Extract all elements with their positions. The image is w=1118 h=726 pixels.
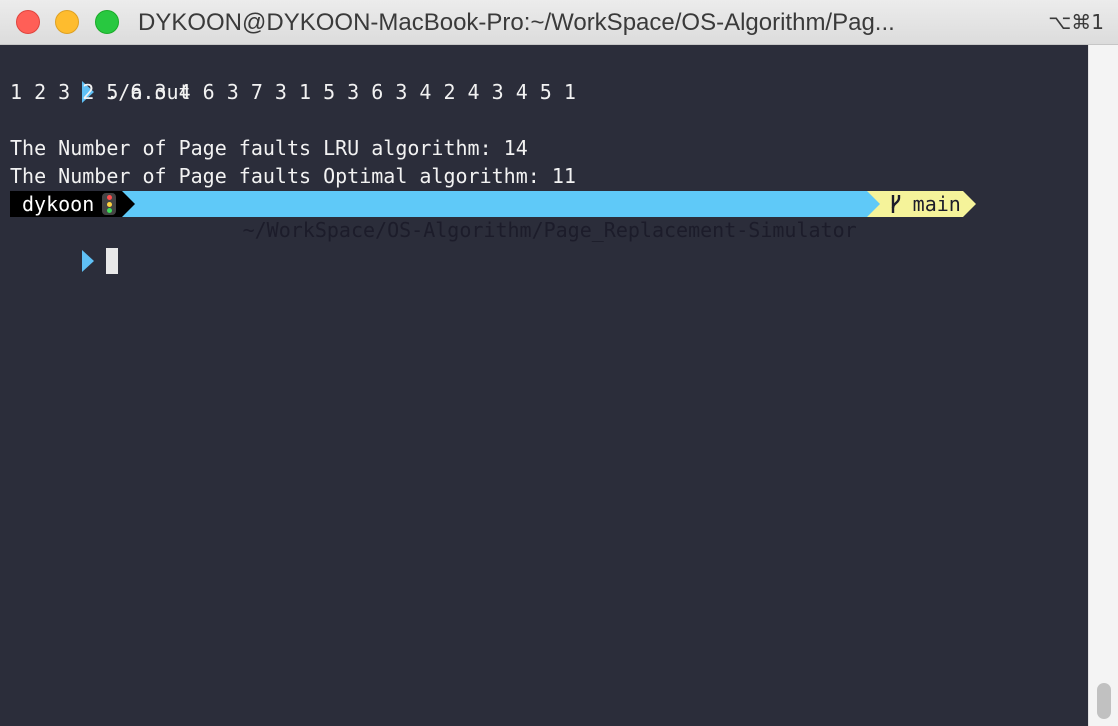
output-line: 1 2 3 2 5 6 3 4 6 3 7 3 1 5 3 6 3 4 2 4 … <box>10 80 576 104</box>
zoom-window-button[interactable] <box>95 10 119 34</box>
prompt-user: dykoon <box>22 192 95 216</box>
prompt-user-segment: dykoon <box>10 191 136 217</box>
output-line: The Number of Page faults Optimal algori… <box>10 164 576 188</box>
window-title: DYKOON@DYKOON-MacBook-Pro:~/WorkSpace/OS… <box>138 9 895 36</box>
text-cursor <box>106 247 119 274</box>
prompt-path: ~/WorkSpace/OS-Algorithm/Page_Replacemen… <box>242 218 857 242</box>
prompt-git-segment: main <box>866 191 977 217</box>
prompt-branch: main <box>912 192 961 216</box>
scrollbar-thumb[interactable] <box>1097 683 1111 719</box>
title-bar[interactable]: DYKOON@DYKOON-MacBook-Pro:~/WorkSpace/OS… <box>0 0 1118 45</box>
prompt-arrow-icon <box>82 249 95 272</box>
git-branch-icon <box>891 195 900 213</box>
window-shortcut-label: ⌥⌘1 <box>1048 10 1104 34</box>
prompt-path-segment: ~/WorkSpace/OS-Algorithm/Page_Replacemen… <box>122 191 881 242</box>
vertical-scrollbar[interactable] <box>1088 45 1118 726</box>
minimize-window-button[interactable] <box>55 10 79 34</box>
command-line: ./a.out <box>10 50 191 104</box>
terminal-window: DYKOON@DYKOON-MacBook-Pro:~/WorkSpace/OS… <box>0 0 1118 726</box>
input-line[interactable] <box>10 219 119 274</box>
output-line: The Number of Page faults LRU algorithm:… <box>10 136 528 160</box>
close-window-button[interactable] <box>16 10 40 34</box>
shell-prompt: dykoon ~/WorkSpace/OS-Algorithm/Page_Rep… <box>10 191 977 242</box>
traffic-light-icon <box>102 193 117 215</box>
terminal-output-area[interactable]: ./a.out 1 2 3 2 5 6 3 4 6 3 7 3 1 5 3 6 … <box>0 50 1088 726</box>
